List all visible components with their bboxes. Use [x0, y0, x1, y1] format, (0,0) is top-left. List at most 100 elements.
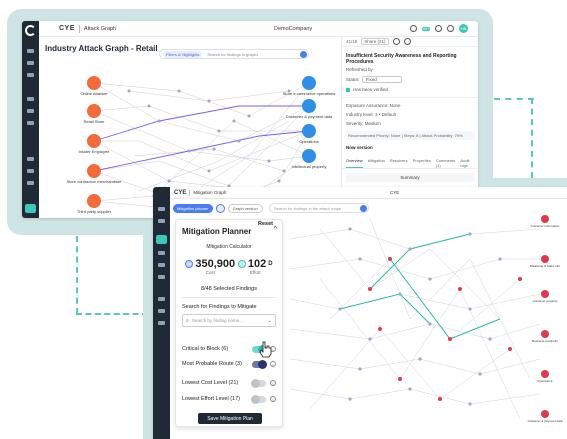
mitigation-planner-panel: Mitigation Planner Reset ^ Mitigation Ca…	[175, 219, 283, 427]
nav-icon[interactable]	[158, 219, 165, 223]
finding-search-input[interactable]: ⌕ Search by finding name... ⌄	[182, 314, 276, 327]
asset-node-label: Customer information	[531, 224, 560, 228]
sidebar	[22, 21, 39, 218]
collapse-icon[interactable]: ^	[274, 226, 277, 233]
nav-icon[interactable]	[158, 309, 165, 313]
summary-header: Summary	[346, 173, 474, 182]
close-icon[interactable]	[403, 38, 411, 45]
settings-icon[interactable]	[447, 25, 454, 32]
tab-audit-logs[interactable]: Audit logs	[460, 158, 474, 168]
section-name: Attack Graph	[83, 25, 117, 32]
asset-node[interactable]	[541, 290, 549, 298]
nav-icon[interactable]	[27, 61, 34, 65]
share-button[interactable]: Share (21)	[361, 38, 389, 45]
tab-mitigation[interactable]: Mitigation	[368, 158, 385, 168]
nav-icon-active[interactable]	[156, 235, 167, 244]
tab-resolvers[interactable]: Resolvers	[390, 158, 408, 168]
reset-button[interactable]: Reset	[258, 221, 273, 227]
status-select[interactable]: Fixed	[361, 76, 402, 83]
nav-icon[interactable]	[158, 263, 165, 267]
filters-button[interactable]: Filters & Highlights	[163, 50, 203, 58]
tab-overview[interactable]: Overview	[346, 158, 363, 168]
tab-comments[interactable]: Comments (1)	[436, 158, 456, 168]
graph-search-input[interactable]: Search for findings in graphs	[207, 52, 258, 57]
help-icon[interactable]	[435, 25, 442, 32]
findings-search-input[interactable]: Search for findings in the attack maps	[269, 203, 369, 213]
nav-icon[interactable]	[27, 73, 34, 77]
nav-icon[interactable]	[27, 121, 34, 125]
asset-node[interactable]	[302, 124, 316, 138]
toggle-switch[interactable]	[252, 359, 267, 369]
tab-properties[interactable]: Properties	[413, 158, 431, 168]
verified-checkbox[interactable]	[346, 87, 350, 92]
critical-finding-nodes	[368, 257, 522, 401]
nav-icon[interactable]	[27, 157, 34, 161]
nav-icon[interactable]	[158, 321, 165, 325]
graph-edges	[289, 218, 541, 420]
toggle-switch[interactable]	[251, 378, 266, 388]
company-selector[interactable]: DemoCompany	[274, 26, 312, 32]
asset-node[interactable]	[541, 330, 549, 338]
planner-toggle-icon[interactable]	[215, 204, 225, 213]
toggle-most-probable-route: Most Probable Route (3) i	[182, 359, 276, 369]
bell-icon[interactable]	[410, 25, 418, 32]
nav-icon[interactable]	[27, 169, 34, 173]
nav-icon[interactable]	[158, 207, 165, 211]
entry-node[interactable]	[87, 134, 101, 148]
planner-title: Mitigation Planner	[182, 227, 252, 236]
pager[interactable]: 41/18	[346, 39, 357, 44]
chat-icon[interactable]	[25, 204, 36, 213]
chevron-down-icon[interactable]: ⌄	[268, 318, 272, 324]
asset-node[interactable]	[541, 215, 549, 223]
graph-version-select[interactable]: Graph version	[227, 204, 263, 213]
asset-node[interactable]	[541, 410, 549, 418]
entry-nodes: Online Attacker Retail Store Insider Emp…	[67, 76, 122, 214]
mitigation-planner-button[interactable]: Mitigation planner	[173, 204, 213, 213]
asset-node-label: Operations	[299, 139, 319, 144]
panel-tabs: Overview Mitigation Resolvers Properties…	[342, 152, 478, 169]
finding-title: Insufficient Security Awareness and Repo…	[346, 53, 457, 65]
toggle-label: Lowest Cost Level (21)	[182, 380, 239, 386]
asset-node[interactable]	[302, 99, 316, 113]
nav-icon[interactable]	[158, 251, 165, 255]
expand-icon[interactable]	[392, 38, 400, 45]
company-selector[interactable]: CYE	[390, 190, 399, 195]
asset-nodes: Customer information Marketing & Sales i…	[528, 215, 563, 423]
entry-node[interactable]	[87, 76, 101, 90]
status-label: Status	[346, 77, 359, 82]
asset-node[interactable]	[302, 149, 316, 163]
info-icon[interactable]: i	[270, 396, 276, 402]
asset-node[interactable]	[541, 370, 549, 378]
search-icon[interactable]	[360, 205, 367, 212]
effort-icon	[237, 260, 246, 268]
save-mitigation-plan-button[interactable]: Save Mitigation Plan	[198, 413, 262, 424]
entry-node[interactable]	[87, 104, 101, 118]
nav-icon[interactable]	[27, 109, 34, 113]
nav-icon[interactable]	[158, 297, 165, 301]
planner-metrics: 350,900 Cost 102 D Effort	[184, 258, 274, 275]
nav-icon[interactable]	[27, 49, 34, 53]
toggle-switch[interactable]	[251, 394, 266, 404]
page-title: Industry Attack Graph - Retail	[45, 44, 158, 53]
asset-node[interactable]	[541, 255, 549, 263]
nav-icon[interactable]	[158, 275, 165, 279]
avatar[interactable]: HB	[459, 24, 468, 33]
entry-node[interactable]	[87, 194, 101, 208]
top-bar: CYE Mitigation Graph CYE	[170, 187, 567, 199]
search-icon[interactable]	[300, 51, 307, 58]
cost-metric: 350,900 Cost	[185, 258, 235, 275]
asset-node[interactable]	[302, 76, 316, 90]
search-placeholder: Search by finding name...	[191, 318, 243, 323]
entry-node-label: Insider Employee	[79, 149, 111, 154]
info-icon[interactable]: i	[270, 361, 276, 367]
version-label[interactable]: Now version	[342, 143, 478, 152]
brand-name: CYE	[174, 189, 187, 196]
info-icon[interactable]: i	[270, 380, 276, 386]
nav-icon[interactable]	[27, 97, 34, 101]
entry-node-label: Retail Store	[84, 119, 106, 124]
entry-node[interactable]	[87, 164, 101, 178]
notification-badge: 99+	[422, 26, 430, 31]
finding-stats: Recommended Priority: None | Steps: 8 | …	[346, 131, 474, 140]
mitigation-graph-window: CYE Mitigation Graph CYE Customer inform…	[153, 187, 567, 439]
nav-icon[interactable]	[27, 181, 34, 185]
